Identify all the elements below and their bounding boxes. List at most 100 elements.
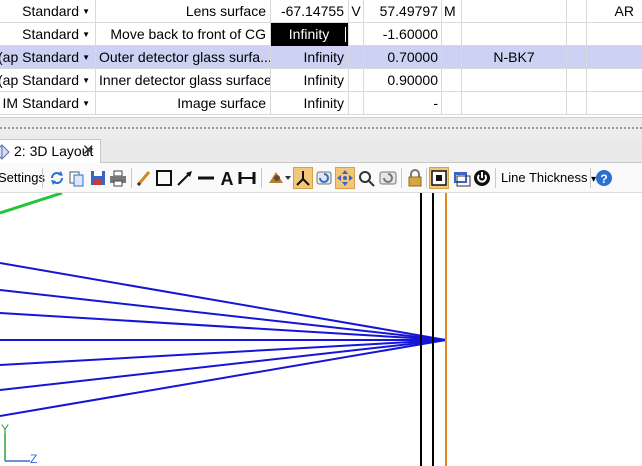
radius-solve-cell[interactable] (349, 23, 364, 46)
toolbar-separator (590, 168, 591, 188)
axes-icon[interactable] (293, 167, 313, 189)
line-thickness-dropdown[interactable]: Line Thickness ▾ (501, 167, 596, 189)
fit-icon[interactable] (429, 167, 449, 189)
surface-type-select[interactable]: Standard ▼ (16, 92, 96, 115)
surface-type-select[interactable]: Standard ▼ (16, 46, 96, 69)
ray-fan (0, 262, 447, 417)
settings-button[interactable]: Settings (0, 167, 45, 189)
dropdown-arrow-icon[interactable]: ▼ (82, 46, 90, 69)
refresh-icon[interactable] (47, 167, 67, 189)
surface-type-select[interactable]: Standard ▼ (16, 69, 96, 92)
axis-y-label: Y (1, 422, 9, 436)
line-thickness-label: Line Thickness (501, 170, 588, 185)
radius-cell[interactable]: Infinity (271, 46, 349, 69)
rectangle-icon[interactable] (154, 167, 174, 189)
radius-solve-cell[interactable] (349, 46, 364, 69)
material-cell[interactable] (462, 69, 567, 92)
toolbar-separator (426, 168, 427, 188)
tab-3d-layout[interactable]: 2: 3D Layout ✕ (0, 139, 101, 163)
splitter-grip[interactable] (0, 127, 642, 132)
pan-icon[interactable] (335, 167, 355, 189)
toolbar-separator (401, 168, 402, 188)
coating-cell[interactable] (587, 46, 642, 69)
radius-cell[interactable]: Infinity (271, 92, 349, 115)
comment-cell[interactable]: Move back to front of CG (96, 23, 271, 46)
text-caret (345, 27, 346, 42)
tab-bar: 2: 3D Layout ✕ (0, 139, 642, 163)
layout-3d-icon (0, 144, 10, 160)
table-row-selected[interactable]: (ap Standard▼ Outer detector glass surfa… (0, 46, 642, 69)
comment-cell[interactable]: Inner detector glass surface (96, 69, 271, 92)
close-icon[interactable]: ✕ (82, 140, 95, 162)
thickness-cell[interactable]: - (364, 92, 442, 115)
layout-drawing: Y Z (0, 193, 447, 466)
arrow-icon[interactable] (175, 167, 195, 189)
dropdown-arrow-icon[interactable]: ▼ (82, 69, 90, 92)
material-solve-cell[interactable] (567, 23, 587, 46)
thickness-solve-cell[interactable] (442, 46, 462, 69)
surface-type-value: Standard (22, 49, 79, 65)
material-solve-cell[interactable] (567, 0, 587, 23)
radius-solve-cell[interactable] (349, 92, 364, 115)
thickness-cell[interactable]: 0.90000 (364, 69, 442, 92)
thickness-cell[interactable]: 0.70000 (364, 46, 442, 69)
print-icon[interactable] (108, 167, 128, 189)
rotate-icon[interactable] (266, 167, 292, 189)
material-solve-cell[interactable] (567, 92, 587, 115)
copy-icon[interactable] (67, 167, 87, 189)
zoom-icon[interactable] (357, 167, 377, 189)
lock-icon[interactable] (405, 167, 425, 189)
help-icon[interactable]: ? (594, 167, 614, 189)
coating-cell[interactable] (587, 92, 642, 115)
zoom-reset-icon[interactable] (378, 167, 398, 189)
table-row[interactable]: IM Standard ▼ Image surface Infinity - (0, 92, 642, 115)
radius-solve-cell[interactable]: V (349, 0, 364, 23)
surface-type-select[interactable]: Standard ▼ (16, 0, 96, 23)
surface-type-select[interactable]: Standard ▼ (16, 23, 96, 46)
thickness-solve-cell[interactable]: M (442, 0, 462, 23)
material-cell[interactable] (462, 92, 567, 115)
material-cell[interactable] (462, 23, 567, 46)
power-icon[interactable] (472, 167, 492, 189)
thickness-solve-cell[interactable] (442, 23, 462, 46)
svg-text:A: A (221, 169, 234, 189)
comment-cell[interactable]: Outer detector glass surfa... (96, 46, 271, 69)
save-icon[interactable] (88, 167, 108, 189)
toolbar-separator (495, 168, 496, 188)
table-row[interactable]: (ap Standard▼ Inner detector glass surfa… (0, 69, 642, 92)
pencil-icon[interactable] (134, 167, 154, 189)
material-cell[interactable] (462, 0, 567, 23)
material-solve-cell[interactable] (567, 46, 587, 69)
surface-type-value: Standard (22, 26, 79, 42)
comment-cell[interactable]: Image surface (96, 92, 271, 115)
dropdown-arrow-icon[interactable]: ▼ (82, 92, 90, 115)
surface-type-value: Standard (22, 3, 79, 19)
dropdown-arrow-icon[interactable]: ▼ (82, 0, 90, 23)
table-row[interactable]: Standard ▼ Move back to front of CG Infin… (0, 23, 642, 46)
coating-cell[interactable] (587, 23, 642, 46)
table-row[interactable]: Standard ▼ Lens surface -67.14755 V 57.49… (0, 0, 642, 23)
thickness-solve-cell[interactable] (442, 69, 462, 92)
dropdown-arrow-icon[interactable]: ▼ (82, 23, 90, 46)
window-icon[interactable] (451, 167, 471, 189)
radius-cell[interactable]: -67.14755 (271, 0, 349, 23)
coating-cell[interactable] (587, 69, 642, 92)
ray (0, 339, 447, 417)
material-cell[interactable]: N-BK7 (462, 46, 567, 69)
material-solve-cell[interactable] (567, 69, 587, 92)
radius-cell-editing[interactable]: Infinity (271, 23, 349, 46)
thickness-cell[interactable]: -1.60000 (364, 23, 442, 46)
radius-cell[interactable]: Infinity (271, 69, 349, 92)
thickness-cell[interactable]: 57.49797 (364, 0, 442, 23)
camera-rotate-icon[interactable] (314, 167, 334, 189)
layout-3d-canvas[interactable]: Y Z (0, 193, 642, 466)
radius-solve-cell[interactable] (349, 69, 364, 92)
comment-cell[interactable]: Lens surface (96, 0, 271, 23)
text-icon[interactable]: A (217, 167, 237, 189)
layout-toolbar: Settings A Line Thickness ▾ ? (0, 163, 642, 193)
coating-cell[interactable]: AR (587, 0, 642, 23)
ray (0, 262, 447, 341)
dimension-icon[interactable] (237, 167, 257, 189)
line-icon[interactable] (196, 167, 216, 189)
thickness-solve-cell[interactable] (442, 92, 462, 115)
